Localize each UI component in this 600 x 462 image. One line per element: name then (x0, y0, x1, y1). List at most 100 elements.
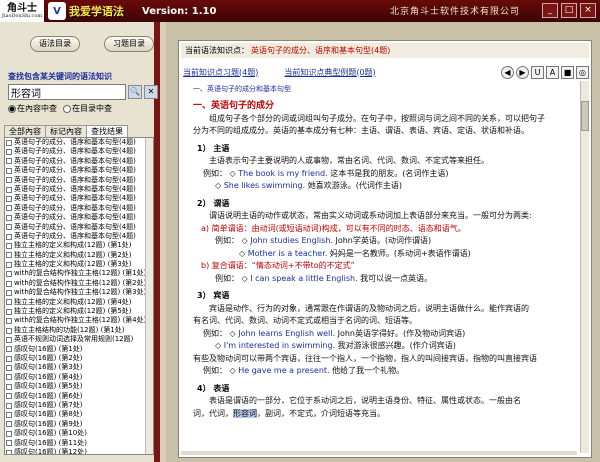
exercise-catalog-button[interactable]: 习题目录 (104, 36, 154, 52)
list-item[interactable]: 英语句子的成分、语序和基本句型(4题) (5, 157, 153, 166)
font-icon[interactable]: A (546, 65, 559, 79)
search-input[interactable] (8, 84, 126, 100)
list-item[interactable]: 英语句子的成分、语序和基本句型(4题) (5, 213, 153, 222)
list-item[interactable]: 独立主格的定义和构成(12题) (第4处) (5, 298, 153, 307)
checkbox-icon[interactable] (6, 224, 12, 231)
checkbox-icon[interactable] (6, 299, 12, 306)
checkbox-icon[interactable] (6, 393, 12, 400)
checkbox-icon[interactable] (6, 177, 12, 184)
list-item[interactable]: 英语句子的成分、语序和基本句型(4题) (5, 147, 153, 156)
clear-search-icon[interactable]: ✕ (144, 85, 158, 99)
print-icon[interactable]: ◎ (576, 65, 589, 79)
list-item[interactable]: with的复合结构作独立主格(12题) (第4处) (5, 316, 153, 325)
checkbox-icon[interactable] (6, 139, 12, 146)
checkbox-icon[interactable] (6, 449, 12, 454)
content-hscrollbar[interactable] (181, 451, 577, 455)
tab-search-results[interactable]: 查找结果 (86, 125, 128, 137)
list-item[interactable]: 英语不规则动词选择及常用规则(12题) (5, 335, 153, 344)
next-icon[interactable]: ▶ (516, 65, 529, 79)
checkbox-icon[interactable] (6, 149, 12, 156)
checkbox-icon[interactable] (6, 355, 12, 362)
checkbox-icon[interactable] (6, 336, 12, 343)
checkbox-icon[interactable] (6, 271, 12, 278)
checkbox-icon[interactable] (6, 402, 12, 409)
grammar-catalog-button[interactable]: 语法目录 (30, 36, 80, 52)
list-item[interactable]: 英语句子的成分、语序和基本句型(4题) (5, 176, 153, 185)
radio-dot-icon (63, 104, 71, 113)
checkbox-icon[interactable] (6, 205, 12, 212)
checkbox-icon[interactable] (6, 421, 12, 428)
list-item[interactable]: 感叹句(16题) (第10处) (5, 429, 153, 438)
mark-icon[interactable]: ■ (561, 65, 574, 79)
checkbox-icon[interactable] (6, 383, 12, 390)
list-item[interactable]: 感叹句(16题) (第3处) (5, 363, 153, 372)
list-item[interactable]: with的复合结构作独立主格(12题) (第2处) (5, 279, 153, 288)
list-scrollbar[interactable] (145, 138, 153, 454)
checkbox-icon[interactable] (6, 365, 12, 372)
example-line: ◇ I'm interested in swimming. 我对游泳很感兴趣。(… (215, 341, 456, 350)
list-item[interactable]: 独立主格结构的功能(12题) (第1处) (5, 326, 153, 335)
checkbox-icon[interactable] (6, 186, 12, 193)
tab-marked-content[interactable]: 标记內容 (45, 125, 87, 137)
minimize-button[interactable]: _ (542, 3, 558, 18)
checkbox-icon[interactable] (6, 374, 12, 381)
checkbox-icon[interactable] (6, 214, 12, 221)
list-item[interactable]: 感叹句(16题) (第9处) (5, 420, 153, 429)
radio-in-content[interactable]: 在內容中查 (8, 103, 57, 114)
list-item[interactable]: 英语句子的成分、语序和基本句型(4题) (5, 185, 153, 194)
checkbox-icon[interactable] (6, 327, 12, 334)
checkbox-icon[interactable] (6, 412, 12, 419)
list-item[interactable]: 感叹句(16题) (第8处) (5, 410, 153, 419)
checkbox-icon[interactable] (6, 346, 12, 353)
predicative-heading: 4） 表语 (197, 383, 230, 393)
list-item[interactable]: 英语句子的成分、语序和基本句型(4题) (5, 138, 153, 147)
list-item[interactable]: 感叹句(16题) (第7处) (5, 401, 153, 410)
list-item[interactable]: 英语句子的成分、语序和基本句型(4题) (5, 204, 153, 213)
checkbox-icon[interactable] (6, 430, 12, 437)
list-item[interactable]: 独立主格的定义和构成(12题) (第3处) (5, 260, 153, 269)
list-item[interactable]: 感叹句(16题) (第2处) (5, 354, 153, 363)
list-item[interactable]: 英语句子的成分、语序和基本句型(4题) (5, 223, 153, 232)
checkbox-icon[interactable] (6, 289, 12, 296)
checkbox-icon[interactable] (6, 252, 12, 259)
checkbox-icon[interactable] (6, 318, 12, 325)
list-item[interactable]: 英语句子的成分、语序和基本句型(4题) (5, 166, 153, 175)
title-bar: 角斗士 JiaoDouShi.com V 我爱学语法 Version: 1.10… (0, 0, 600, 22)
list-item[interactable]: 独立主格的定义和构成(12题) (第5处) (5, 307, 153, 316)
list-item[interactable]: 感叹句(16题) (第11处) (5, 439, 153, 448)
search-icon[interactable]: 🔍 (128, 85, 142, 99)
list-item[interactable]: 独立主格的定义和构成(12题) (第2处) (5, 251, 153, 260)
list-item[interactable]: 感叹句(16题) (第6处) (5, 392, 153, 401)
list-item[interactable]: 感叹句(16题) (第4处) (5, 373, 153, 382)
list-item[interactable]: 独立主格的定义和构成(12题) (第1处) (5, 241, 153, 250)
list-item[interactable]: 感叹句(16题) (第1处) (5, 345, 153, 354)
checkbox-icon[interactable] (6, 167, 12, 174)
content-scrollbar[interactable] (580, 81, 589, 453)
close-button[interactable]: × (580, 3, 596, 18)
object-text-3: 有些及物动词可以带两个宾语，往往一个指人，一个指物，指人的叫间接宾语，指物的叫直… (193, 353, 537, 363)
checkbox-icon[interactable] (6, 440, 12, 447)
checkbox-icon[interactable] (6, 196, 12, 203)
checkbox-icon[interactable] (6, 261, 12, 268)
topic-examples-link[interactable]: 当前知识点典型例题(0题) (284, 67, 375, 78)
list-item[interactable]: with的复合结构作独立主格(12题) (第1处) (5, 269, 153, 278)
checkbox-icon[interactable] (6, 233, 12, 240)
underline-icon[interactable]: U (531, 65, 544, 79)
checkbox-icon[interactable] (6, 158, 12, 165)
subject-text: 主语表示句子主要说明的人或事物，常由名词、代词、数词、不定式等来担任。 (209, 156, 489, 165)
prev-icon[interactable]: ◀ (501, 65, 514, 79)
tab-all-content[interactable]: 全部內容 (4, 125, 46, 137)
content-scroll-thumb[interactable] (581, 101, 589, 131)
maximize-button[interactable]: □ (561, 3, 577, 18)
list-item[interactable]: 感叹句(16题) (第12处) (5, 448, 153, 454)
list-item[interactable]: 英语句子的成分、语序和基本句型(4题) (5, 232, 153, 241)
current-topic-value: 英语句子的成分、语序和基本句型(4题) (251, 46, 391, 55)
list-item[interactable]: 英语句子的成分、语序和基本句型(4题) (5, 194, 153, 203)
checkbox-icon[interactable] (6, 242, 12, 249)
topic-exercises-link[interactable]: 当前知识点习题(4题) (183, 67, 258, 78)
list-item[interactable]: with的复合结构作独立主格(12题) (第3处) (5, 288, 153, 297)
checkbox-icon[interactable] (6, 308, 12, 315)
radio-in-catalog[interactable]: 在目录中查 (63, 103, 112, 114)
list-item[interactable]: 感叹句(16题) (第5处) (5, 382, 153, 391)
checkbox-icon[interactable] (6, 280, 12, 287)
